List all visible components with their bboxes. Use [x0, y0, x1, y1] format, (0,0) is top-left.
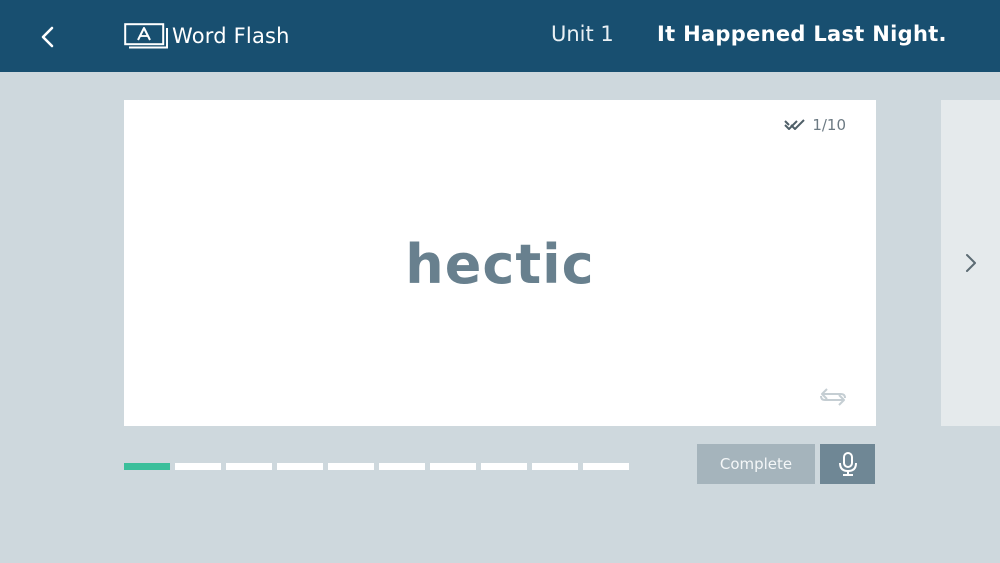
top-bar: Word Flash Unit 1 It Happened Last Night… — [0, 0, 1000, 72]
complete-button[interactable]: Complete — [697, 444, 815, 484]
progress-segment — [277, 463, 323, 470]
progress-segment — [379, 463, 425, 470]
progress-segment — [175, 463, 221, 470]
unit-label: Unit 1 — [551, 22, 614, 46]
flip-card-button[interactable] — [816, 384, 850, 410]
flashcard[interactable]: 1/10 hectic — [124, 100, 876, 426]
progress-segment — [328, 463, 374, 470]
card-counter-text: 1/10 — [812, 116, 846, 134]
back-button[interactable] — [30, 20, 64, 54]
card-word: hectic — [405, 233, 595, 296]
app-brand: Word Flash — [124, 22, 290, 50]
double-check-icon — [784, 117, 806, 133]
next-card-button[interactable] — [941, 100, 1000, 426]
progress-segment — [532, 463, 578, 470]
flip-arrows-icon — [820, 388, 846, 406]
progress-segment — [430, 463, 476, 470]
microphone-button[interactable] — [820, 444, 875, 484]
card-counter: 1/10 — [784, 116, 846, 134]
progress-segment — [226, 463, 272, 470]
progress-segment — [481, 463, 527, 470]
app-title: Word Flash — [172, 24, 290, 48]
chevron-left-icon — [41, 26, 54, 48]
unit-title: It Happened Last Night. — [657, 22, 947, 46]
microphone-icon — [838, 452, 857, 476]
progress-bar — [124, 463, 634, 470]
chevron-right-icon — [965, 254, 976, 272]
progress-segment — [583, 463, 629, 470]
progress-segment — [124, 463, 170, 470]
flashcard-icon — [124, 22, 170, 50]
